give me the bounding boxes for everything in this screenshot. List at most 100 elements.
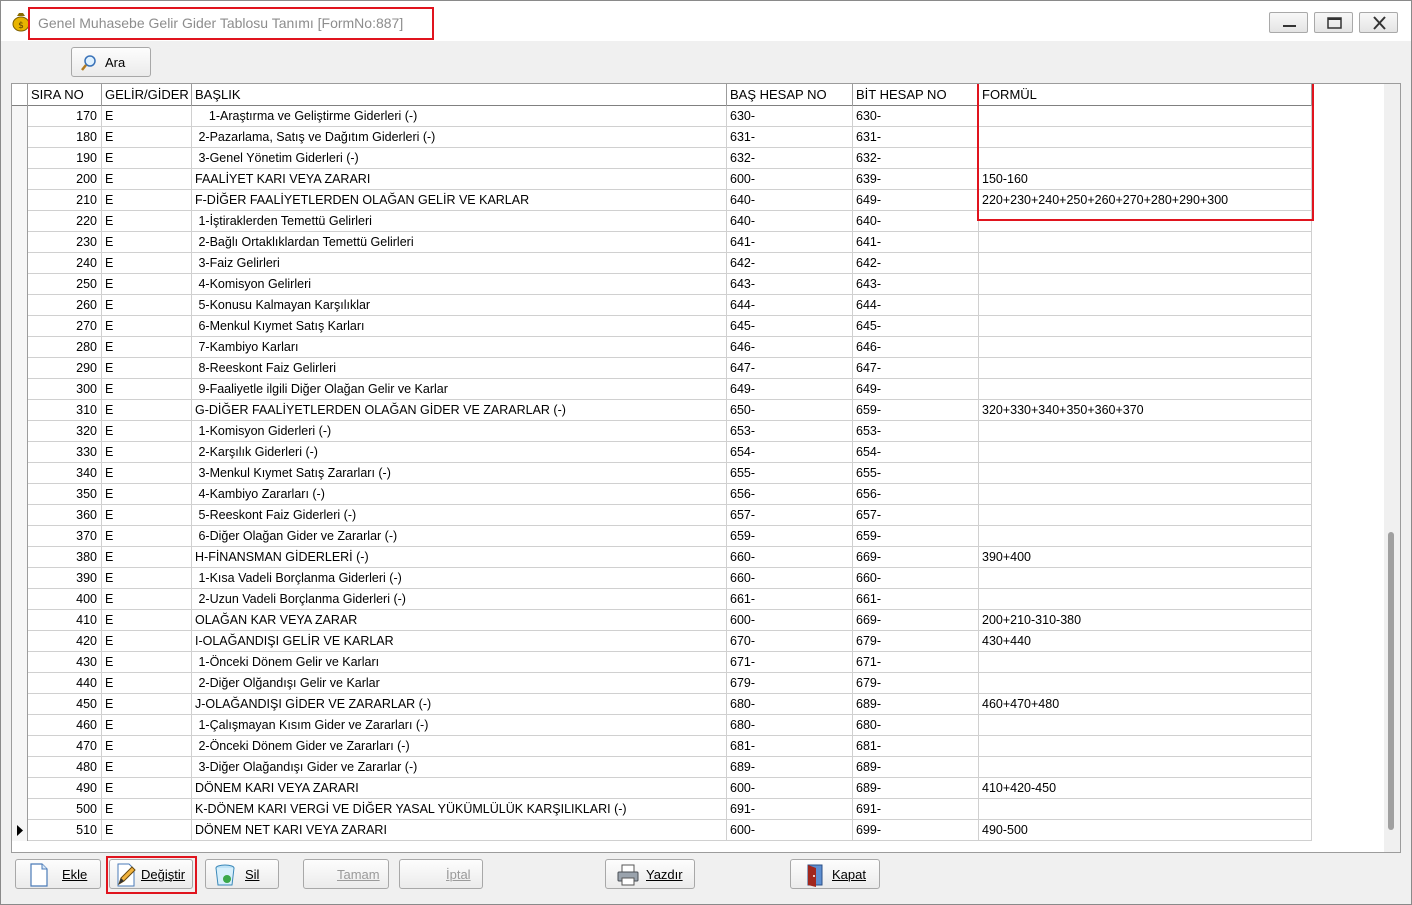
table-row[interactable]: 240 E 3-Faiz Gelirleri 642- 642- xyxy=(12,253,1312,274)
cell-sira-no[interactable]: 500 xyxy=(28,799,102,820)
row-indicator[interactable] xyxy=(12,274,28,295)
cell-gelir-gider[interactable]: E xyxy=(102,757,192,778)
cell-bas-hesap-no[interactable]: 640- xyxy=(727,190,853,211)
cell-bit-hesap-no[interactable]: 654- xyxy=(853,442,979,463)
row-indicator[interactable] xyxy=(12,820,28,841)
cell-bit-hesap-no[interactable]: 691- xyxy=(853,799,979,820)
close-window-button[interactable] xyxy=(1359,12,1398,33)
cell-gelir-gider[interactable]: E xyxy=(102,232,192,253)
row-indicator[interactable] xyxy=(12,568,28,589)
cell-bit-hesap-no[interactable]: 647- xyxy=(853,358,979,379)
row-indicator[interactable] xyxy=(12,547,28,568)
cell-formul[interactable] xyxy=(979,799,1312,820)
cell-sira-no[interactable]: 430 xyxy=(28,652,102,673)
cell-bas-hesap-no[interactable]: 600- xyxy=(727,169,853,190)
cell-sira-no[interactable]: 350 xyxy=(28,484,102,505)
cell-bas-hesap-no[interactable]: 691- xyxy=(727,799,853,820)
row-indicator[interactable] xyxy=(12,211,28,232)
row-indicator[interactable] xyxy=(12,190,28,211)
cell-sira-no[interactable]: 200 xyxy=(28,169,102,190)
cell-baslik[interactable]: J-OLAĞANDIŞI GİDER VE ZARARLAR (-) xyxy=(192,694,727,715)
cell-bit-hesap-no[interactable]: 639- xyxy=(853,169,979,190)
cell-bit-hesap-no[interactable]: 630- xyxy=(853,106,979,127)
cell-formul[interactable] xyxy=(979,106,1312,127)
cell-gelir-gider[interactable]: E xyxy=(102,631,192,652)
row-indicator[interactable] xyxy=(12,484,28,505)
table-row[interactable]: 430 E 1-Önceki Dönem Gelir ve Karları 671-… xyxy=(12,652,1312,673)
cell-bas-hesap-no[interactable]: 661- xyxy=(727,589,853,610)
header-formul[interactable]: FORMÜL xyxy=(979,84,1312,106)
cell-bas-hesap-no[interactable]: 632- xyxy=(727,148,853,169)
row-indicator[interactable] xyxy=(12,148,28,169)
cell-bas-hesap-no[interactable]: 645- xyxy=(727,316,853,337)
cell-formul[interactable] xyxy=(979,253,1312,274)
cell-sira-no[interactable]: 250 xyxy=(28,274,102,295)
cell-baslik[interactable]: 2-Önceki Dönem Gider ve Zararları (-) xyxy=(192,736,727,757)
cell-formul[interactable] xyxy=(979,736,1312,757)
cell-formul[interactable] xyxy=(979,442,1312,463)
add-button[interactable]: Ekle xyxy=(15,859,101,889)
cell-gelir-gider[interactable]: E xyxy=(102,127,192,148)
cell-baslik[interactable]: OLAĞAN KAR VEYA ZARAR xyxy=(192,610,727,631)
table-row[interactable]: 220 E 1-İştiraklerden Temettü Gelirleri 64… xyxy=(12,211,1312,232)
cell-baslik[interactable]: 1-İştiraklerden Temettü Gelirleri xyxy=(192,211,727,232)
cell-bas-hesap-no[interactable]: 656- xyxy=(727,484,853,505)
table-row[interactable]: 200 E FAALİYET KARI VEYA ZARARI 600- 639- 150… xyxy=(12,169,1312,190)
row-indicator[interactable] xyxy=(12,442,28,463)
table-row[interactable]: 350 E 4-Kambiyo Zararları (-) 656- 656- xyxy=(12,484,1312,505)
cell-formul[interactable] xyxy=(979,148,1312,169)
cell-bas-hesap-no[interactable]: 600- xyxy=(727,610,853,631)
table-row[interactable]: 230 E 2-Bağlı Ortaklıklardan Temettü Geli… xyxy=(12,232,1312,253)
cell-sira-no[interactable]: 480 xyxy=(28,757,102,778)
cell-baslik[interactable]: DÖNEM KARI VEYA ZARARI xyxy=(192,778,727,799)
cell-bas-hesap-no[interactable]: 630- xyxy=(727,106,853,127)
cell-baslik[interactable]: DÖNEM NET KARI VEYA ZARARI xyxy=(192,820,727,841)
cell-formul[interactable] xyxy=(979,568,1312,589)
cell-sira-no[interactable]: 290 xyxy=(28,358,102,379)
cell-bas-hesap-no[interactable]: 680- xyxy=(727,694,853,715)
header-baslik[interactable]: BAŞLIK xyxy=(192,84,727,106)
cell-sira-no[interactable]: 190 xyxy=(28,148,102,169)
cell-formul[interactable] xyxy=(979,715,1312,736)
cell-bit-hesap-no[interactable]: 689- xyxy=(853,694,979,715)
row-indicator[interactable] xyxy=(12,652,28,673)
cell-bit-hesap-no[interactable]: 641- xyxy=(853,232,979,253)
cell-gelir-gider[interactable]: E xyxy=(102,673,192,694)
cell-formul[interactable] xyxy=(979,757,1312,778)
cell-bas-hesap-no[interactable]: 643- xyxy=(727,274,853,295)
cell-gelir-gider[interactable]: E xyxy=(102,169,192,190)
cancel-button[interactable]: İptal xyxy=(399,859,483,889)
cell-sira-no[interactable]: 440 xyxy=(28,673,102,694)
cell-baslik[interactable]: 9-Faaliyetle ilgili Diğer Olağan Gelir v… xyxy=(192,379,727,400)
cell-gelir-gider[interactable]: E xyxy=(102,484,192,505)
cell-formul[interactable] xyxy=(979,337,1312,358)
cell-sira-no[interactable]: 460 xyxy=(28,715,102,736)
cell-bit-hesap-no[interactable]: 661- xyxy=(853,589,979,610)
cell-gelir-gider[interactable]: E xyxy=(102,820,192,841)
cell-gelir-gider[interactable]: E xyxy=(102,736,192,757)
cell-formul[interactable] xyxy=(979,463,1312,484)
cell-sira-no[interactable]: 280 xyxy=(28,337,102,358)
vertical-scrollbar[interactable] xyxy=(1384,84,1400,852)
cell-bas-hesap-no[interactable]: 680- xyxy=(727,715,853,736)
cell-bit-hesap-no[interactable]: 689- xyxy=(853,757,979,778)
row-indicator[interactable] xyxy=(12,379,28,400)
cell-baslik[interactable]: 4-Komisyon Gelirleri xyxy=(192,274,727,295)
row-indicator[interactable] xyxy=(12,673,28,694)
row-indicator[interactable] xyxy=(12,421,28,442)
cell-bas-hesap-no[interactable]: 646- xyxy=(727,337,853,358)
row-indicator[interactable] xyxy=(12,358,28,379)
cell-baslik[interactable]: I-OLAĞANDIŞI GELİR VE KARLAR xyxy=(192,631,727,652)
cell-bit-hesap-no[interactable]: 644- xyxy=(853,295,979,316)
cell-formul[interactable]: 200+210-310-380 xyxy=(979,610,1312,631)
maximize-button[interactable] xyxy=(1314,12,1353,33)
table-row[interactable]: 370 E 6-Diğer Olağan Gider ve Zararlar (-… xyxy=(12,526,1312,547)
cell-bit-hesap-no[interactable]: 671- xyxy=(853,652,979,673)
cell-baslik[interactable]: 3-Menkul Kıymet Satış Zararları (-) xyxy=(192,463,727,484)
cell-baslik[interactable]: FAALİYET KARI VEYA ZARARI xyxy=(192,169,727,190)
cell-gelir-gider[interactable]: E xyxy=(102,778,192,799)
cell-baslik[interactable]: 4-Kambiyo Zararları (-) xyxy=(192,484,727,505)
row-indicator[interactable] xyxy=(12,337,28,358)
cell-gelir-gider[interactable]: E xyxy=(102,148,192,169)
cell-formul[interactable]: 410+420-450 xyxy=(979,778,1312,799)
